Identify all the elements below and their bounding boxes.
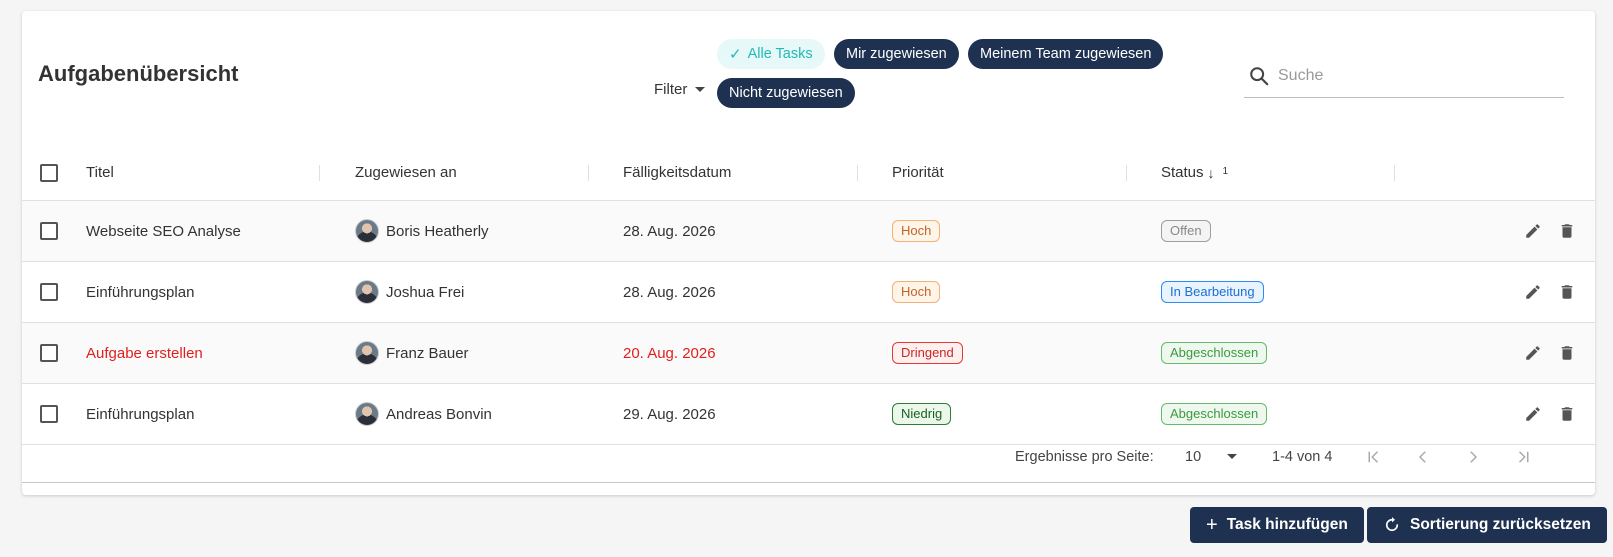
assignee-name: Joshua Frei [386, 283, 465, 301]
check-icon: ✓ [729, 46, 742, 63]
column-header-title[interactable]: Titel [86, 145, 114, 200]
chip-unassigned[interactable]: Nicht zugewiesen [717, 78, 855, 108]
priority-badge: Hoch [892, 220, 941, 242]
priority-badge: Hoch [892, 281, 941, 303]
priority-badge: Niedrig [892, 403, 952, 425]
page-size-label: Ergebnisse pro Seite: [1015, 448, 1154, 465]
task-title: Aufgabe erstellen [86, 344, 203, 362]
search-icon [1250, 67, 1269, 86]
avatar [355, 402, 379, 426]
table-row: Webseite SEO Analyse Boris Heatherly 28.… [22, 201, 1595, 262]
column-divider [857, 165, 858, 181]
table-row: Aufgabe erstellen Franz Bauer 20. Aug. 2… [22, 323, 1595, 384]
paginator: Ergebnisse pro Seite: 10 1-4 von 4 [22, 431, 1595, 483]
add-task-button[interactable]: + Task hinzufügen [1190, 507, 1364, 543]
chevron-right-icon[interactable] [1463, 447, 1483, 467]
chip-all-tasks[interactable]: ✓ Alle Tasks [717, 39, 825, 69]
task-table: Titel Zugewiesen an Fälligkeitsdatum Pri… [22, 145, 1595, 445]
chip-label: Mir zugewiesen [846, 46, 947, 62]
row-checkbox[interactable] [40, 222, 58, 240]
refresh-icon [1385, 517, 1399, 532]
task-title: Einführungsplan [86, 283, 195, 301]
trash-icon[interactable] [1557, 282, 1577, 302]
task-title: Webseite SEO Analyse [86, 222, 241, 240]
select-all-checkbox[interactable] [40, 163, 58, 182]
table-row: Einführungsplan Joshua Frei 28. Aug. 202… [22, 262, 1595, 323]
avatar [355, 341, 379, 365]
arrow-down-icon: ↓ [1207, 164, 1215, 181]
column-header-priority[interactable]: Priorität [892, 145, 944, 200]
caret-down-icon [695, 86, 706, 92]
status-badge: Abgeschlossen [1161, 403, 1268, 425]
search-input[interactable] [1278, 67, 1548, 85]
column-divider [319, 165, 320, 181]
search-box[interactable] [1244, 55, 1564, 98]
chip-label: Alle Tasks [747, 46, 813, 62]
assignee-name: Franz Bauer [386, 344, 469, 362]
assignee-name: Andreas Bonvin [386, 405, 492, 423]
row-checkbox[interactable] [40, 344, 58, 362]
last-page-icon[interactable] [1514, 447, 1534, 467]
due-date: 28. Aug. 2026 [623, 222, 716, 240]
column-header-status-label: Status [1161, 164, 1204, 181]
chip-label: Meinem Team zugewiesen [980, 46, 1152, 62]
due-date: 28. Aug. 2026 [623, 283, 716, 301]
edit-icon[interactable] [1523, 221, 1543, 241]
trash-icon[interactable] [1557, 221, 1577, 241]
page-title: Aufgabenübersicht [38, 61, 239, 86]
task-card: Aufgabenübersicht Filter ✓ Alle Tasks Mi… [22, 11, 1595, 495]
sort-order-badge: 1 [1222, 166, 1229, 177]
due-date: 20. Aug. 2026 [623, 344, 716, 362]
priority-badge: Dringend [892, 342, 963, 364]
row-checkbox[interactable] [40, 283, 58, 301]
edit-icon[interactable] [1523, 343, 1543, 363]
column-header-status[interactable]: Status ↓ 1 [1161, 145, 1228, 200]
page-size-value: 10 [1185, 448, 1202, 465]
edit-icon[interactable] [1523, 282, 1543, 302]
status-badge: In Bearbeitung [1161, 281, 1264, 303]
edit-icon[interactable] [1523, 404, 1543, 424]
chip-assigned-to-team[interactable]: Meinem Team zugewiesen [968, 39, 1164, 69]
chip-assigned-to-me[interactable]: Mir zugewiesen [834, 39, 959, 69]
row-checkbox[interactable] [40, 405, 58, 423]
add-task-label: Task hinzufügen [1226, 516, 1348, 533]
chip-label: Nicht zugewiesen [729, 85, 843, 101]
status-badge: Abgeschlossen [1161, 342, 1268, 364]
table-header: Titel Zugewiesen an Fälligkeitsdatum Pri… [22, 145, 1595, 201]
filter-label: Filter [654, 80, 688, 98]
status-badge: Offen [1161, 220, 1211, 242]
column-divider [1126, 165, 1127, 181]
filter-dropdown[interactable]: Filter [654, 75, 706, 103]
column-divider [588, 165, 589, 181]
plus-icon: + [1206, 513, 1218, 536]
page-range: 1-4 von 4 [1272, 448, 1333, 465]
page-size-select[interactable]: 10 [1185, 431, 1238, 482]
assignee-name: Boris Heatherly [386, 222, 489, 240]
avatar [355, 219, 379, 243]
trash-icon[interactable] [1557, 404, 1577, 424]
column-header-due[interactable]: Fälligkeitsdatum [623, 145, 731, 200]
chevron-left-icon[interactable] [1413, 447, 1433, 467]
caret-down-icon [1227, 454, 1238, 459]
avatar [355, 280, 379, 304]
reset-sort-label: Sortierung zurücksetzen [1410, 516, 1591, 533]
first-page-icon[interactable] [1363, 447, 1383, 467]
column-header-assignee[interactable]: Zugewiesen an [355, 145, 457, 200]
trash-icon[interactable] [1557, 343, 1577, 363]
column-divider [1394, 165, 1395, 181]
reset-sort-button[interactable]: Sortierung zurücksetzen [1367, 507, 1607, 543]
